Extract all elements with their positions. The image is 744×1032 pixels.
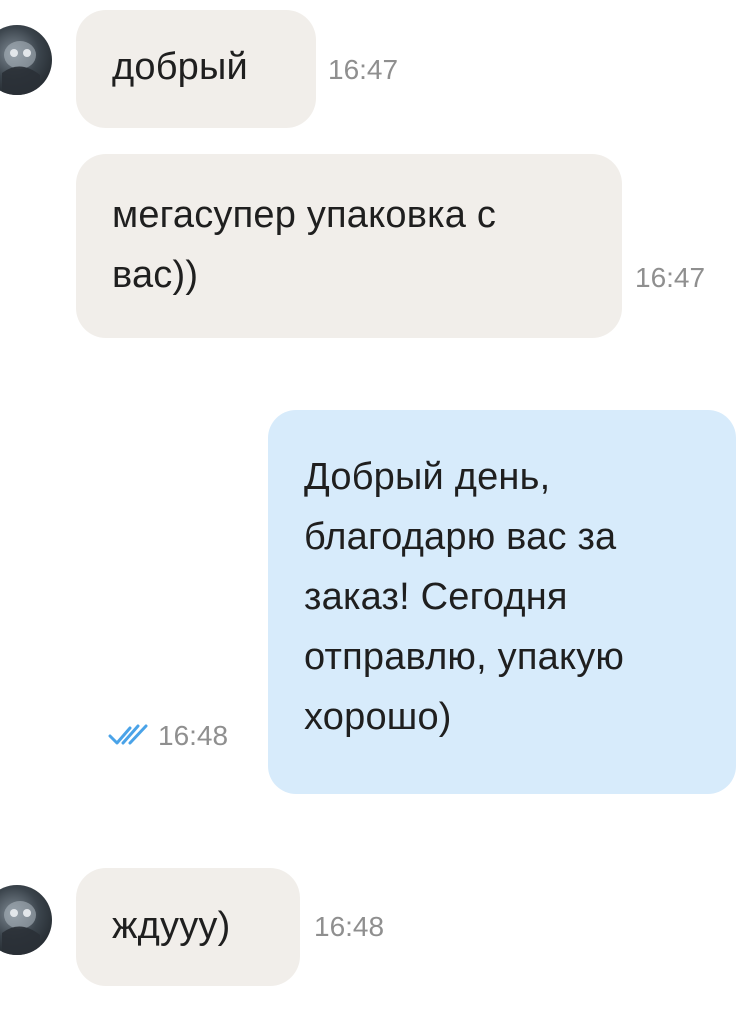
contact-avatar[interactable] <box>0 885 52 955</box>
message-time: 16:48 <box>314 911 385 942</box>
message-text: Добрый день, благодарю вас за заказ! Сег… <box>304 456 625 738</box>
double-check-icon <box>108 724 148 745</box>
message-time: 16:48 <box>158 720 229 751</box>
chat-conversation: добрый 16:47 мегасупер упаковка с вас)) … <box>0 0 744 1032</box>
message-bubble-incoming[interactable]: добрый <box>76 10 316 128</box>
message-bubble-incoming[interactable]: ждууу) <box>76 868 300 986</box>
message-text: ждууу) <box>112 905 231 947</box>
message-bubble-outgoing[interactable]: Добрый день, благодарю вас за заказ! Сег… <box>268 410 736 794</box>
contact-avatar[interactable] <box>0 25 52 95</box>
message-text: мегасупер упаковка с вас)) <box>112 194 497 296</box>
message-bubble-incoming[interactable]: мегасупер упаковка с вас)) <box>76 154 622 338</box>
message-time: 16:47 <box>328 54 399 85</box>
message-text: добрый <box>112 46 248 88</box>
message-time: 16:47 <box>635 262 706 293</box>
